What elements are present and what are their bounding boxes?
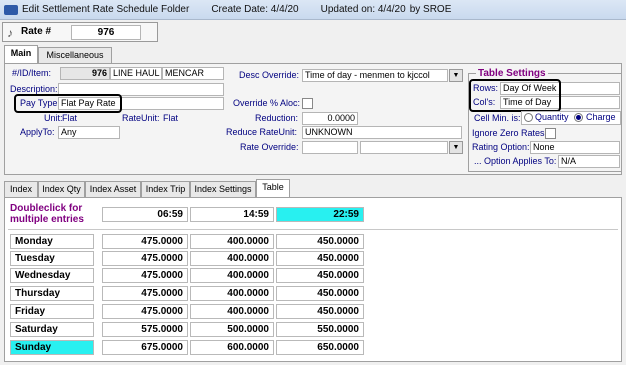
rate-override-dropdown[interactable]: ▼ bbox=[449, 141, 463, 154]
override-aloc-label: Override % Aloc: bbox=[233, 98, 301, 108]
override-aloc-checkbox[interactable] bbox=[302, 98, 313, 109]
tab-index-settings[interactable]: Index Settings bbox=[190, 181, 256, 197]
ignore-zero-checkbox[interactable] bbox=[545, 128, 556, 139]
apply-to-field[interactable]: Any bbox=[58, 126, 120, 139]
cell-saturday-1[interactable]: 575.0000 bbox=[102, 322, 188, 337]
note-icon: ♪ bbox=[7, 26, 13, 40]
rate-unit-label: RateUnit: bbox=[122, 113, 160, 123]
rate-override-label: Rate Override: bbox=[240, 142, 299, 152]
tab-index-trip[interactable]: Index Trip bbox=[141, 181, 190, 197]
option-applies-field[interactable]: N/A bbox=[558, 155, 620, 168]
id-field: 976 bbox=[60, 67, 110, 80]
cell-tuesday-1[interactable]: 475.0000 bbox=[102, 251, 188, 266]
column-header-1[interactable]: 06:59 bbox=[102, 207, 188, 222]
apply-to-label: ApplyTo: bbox=[20, 127, 55, 137]
unit-label: Unit: bbox=[44, 113, 63, 123]
grid-divider bbox=[8, 229, 618, 230]
row-label-thursday[interactable]: Thursday bbox=[10, 286, 94, 301]
rate-unit-value: Flat bbox=[163, 113, 179, 123]
cell-thursday-1[interactable]: 475.0000 bbox=[102, 286, 188, 301]
desc-override-field[interactable]: Time of day - menmen to kjccol bbox=[302, 69, 448, 82]
rate-number-field[interactable]: 976 bbox=[71, 25, 141, 40]
desc-override-dropdown[interactable]: ▼ bbox=[449, 69, 463, 82]
tab-main[interactable]: Main bbox=[4, 45, 38, 63]
cell-tuesday-2[interactable]: 400.0000 bbox=[190, 251, 274, 266]
window-titlebar: Edit Settlement Rate Schedule Folder Cre… bbox=[0, 0, 626, 20]
tab-index-asset[interactable]: Index Asset bbox=[85, 181, 141, 197]
cell-sunday-2[interactable]: 600.0000 bbox=[190, 340, 274, 355]
rate-override-field-2[interactable] bbox=[360, 141, 448, 154]
cell-monday-3[interactable]: 450.0000 bbox=[276, 234, 364, 249]
updated-by: by SROE bbox=[409, 4, 452, 15]
tab-table[interactable]: Table bbox=[256, 179, 290, 197]
reduce-rate-unit-field[interactable]: UNKNOWN bbox=[302, 126, 462, 139]
cell-monday-1[interactable]: 475.0000 bbox=[102, 234, 188, 249]
tab-index-qty[interactable]: Index Qty bbox=[38, 181, 85, 197]
cell-thursday-2[interactable]: 400.0000 bbox=[190, 286, 274, 301]
cell-wednesday-2[interactable]: 400.0000 bbox=[190, 268, 274, 283]
item-field-1[interactable]: LINE HAUL bbox=[110, 67, 162, 80]
unit-value: Flat bbox=[62, 113, 78, 123]
column-header-2[interactable]: 14:59 bbox=[190, 207, 274, 222]
cell-tuesday-3[interactable]: 450.0000 bbox=[276, 251, 364, 266]
reduce-rate-unit-label: Reduce RateUnit: bbox=[226, 127, 298, 137]
grid-hint: Doubleclick for multiple entries bbox=[10, 203, 84, 225]
cell-monday-2[interactable]: 400.0000 bbox=[190, 234, 274, 249]
ignore-zero-label: Ignore Zero Rates bbox=[472, 128, 545, 138]
cell-saturday-2[interactable]: 500.0000 bbox=[190, 322, 274, 337]
item-field-2[interactable]: MENCAR bbox=[162, 67, 224, 80]
quantity-radio[interactable] bbox=[524, 113, 533, 122]
row-label-saturday[interactable]: Saturday bbox=[10, 322, 94, 337]
option-applies-label: ... Option Applies To: bbox=[474, 156, 557, 166]
quantity-label: Quantity bbox=[535, 112, 569, 122]
cell-friday-1[interactable]: 475.0000 bbox=[102, 304, 188, 319]
tab-miscellaneous[interactable]: Miscellaneous bbox=[38, 47, 112, 63]
id-item-label: #/ID/Item: bbox=[12, 68, 52, 78]
cell-sunday-3[interactable]: 650.0000 bbox=[276, 340, 364, 355]
cell-friday-3[interactable]: 450.0000 bbox=[276, 304, 364, 319]
reduction-label: Reduction: bbox=[255, 113, 299, 123]
column-header-3[interactable]: 22:59 bbox=[276, 207, 364, 222]
cell-wednesday-3[interactable]: 450.0000 bbox=[276, 268, 364, 283]
row-label-friday[interactable]: Friday bbox=[10, 304, 94, 319]
rating-option-label: Rating Option: bbox=[472, 142, 530, 152]
rate-header: ♪ Rate # 976 bbox=[2, 22, 158, 42]
table-settings-highlight bbox=[469, 79, 561, 112]
cell-min-label: Cell Min. is: bbox=[474, 113, 521, 123]
row-label-monday[interactable]: Monday bbox=[10, 234, 94, 249]
row-label-wednesday[interactable]: Wednesday bbox=[10, 268, 94, 283]
cell-thursday-3[interactable]: 450.0000 bbox=[276, 286, 364, 301]
pay-type-highlight bbox=[14, 94, 122, 113]
cell-saturday-3[interactable]: 550.0000 bbox=[276, 322, 364, 337]
row-label-sunday[interactable]: Sunday bbox=[10, 340, 94, 355]
desc-override-label: Desc Override: bbox=[239, 70, 300, 80]
rating-option-field[interactable]: None bbox=[530, 141, 620, 154]
cell-sunday-1[interactable]: 675.0000 bbox=[102, 340, 188, 355]
updated-on: Updated on: 4/4/20 bbox=[320, 4, 406, 15]
cell-wednesday-1[interactable]: 475.0000 bbox=[102, 268, 188, 283]
charge-radio[interactable] bbox=[574, 113, 583, 122]
rate-override-field-1[interactable] bbox=[302, 141, 358, 154]
reduction-field[interactable]: 0.0000 bbox=[302, 112, 358, 125]
row-label-tuesday[interactable]: Tuesday bbox=[10, 251, 94, 266]
create-date: Create Date: 4/4/20 bbox=[211, 4, 299, 15]
tab-index[interactable]: Index bbox=[4, 181, 38, 197]
app-icon bbox=[4, 4, 18, 15]
cell-friday-2[interactable]: 400.0000 bbox=[190, 304, 274, 319]
window-title: Edit Settlement Rate Schedule Folder bbox=[22, 4, 190, 15]
charge-label: Charge bbox=[586, 112, 616, 122]
rate-label: Rate # bbox=[21, 26, 52, 37]
